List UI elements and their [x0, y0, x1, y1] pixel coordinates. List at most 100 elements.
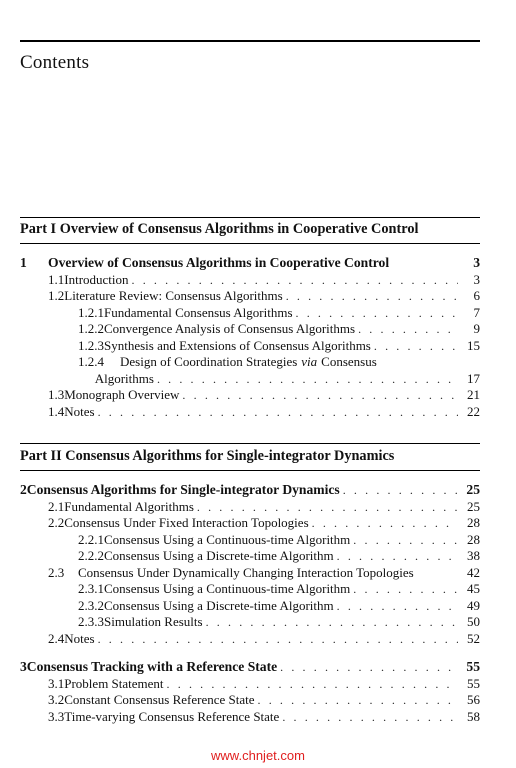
- dot-leader: . . . . . . . . . . . . . . . . . . . . …: [97, 404, 458, 419]
- toc-entry-number: 1.2.3: [78, 337, 104, 353]
- part-1-top-rule: [20, 217, 480, 218]
- dot-leader: . . . . . . . . . . . . . . . . . . . . …: [358, 322, 458, 336]
- toc-entry-section[interactable]: 2.3 Consensus Under Dynamically Changing …: [48, 565, 480, 581]
- toc-entry-title: Overview of Consensus Algorithms in Coop…: [48, 255, 390, 270]
- toc-entry-title: Consensus Algorithms for Single-integrat…: [26, 482, 340, 497]
- dot-leader: . . . . . . . . . . . . . . . . . . . . …: [342, 483, 458, 497]
- top-rule: [20, 40, 480, 42]
- toc-entry-title: Constant Consensus Reference State: [64, 692, 255, 707]
- toc-entry-page: 50: [467, 614, 480, 629]
- toc-entry-page: 6: [473, 288, 481, 303]
- toc-entry-section[interactable]: 1.4 Notes . . . . . . . . . . . . . . . .…: [48, 404, 480, 420]
- dot-leader: . . . . . . . . . . . . . . . . . . . . …: [311, 516, 458, 530]
- toc-entry-title: Consensus Using a Discrete-time Algorith…: [104, 597, 334, 613]
- toc-entry-title: Monograph Overview: [64, 387, 180, 402]
- toc-entry-title: Introduction: [64, 271, 129, 287]
- toc-entry-section[interactable]: 2.1 Fundamental Algorithms . . . . . . . …: [48, 499, 480, 515]
- toc-entry-page: 3: [473, 255, 480, 270]
- dot-leader: . . . . . . . . . . . . . . . . . . . . …: [156, 371, 458, 386]
- toc-entry-title: Synthesis and Extensions of Consensus Al…: [104, 337, 371, 353]
- toc-entry-number: 1.2.4: [78, 354, 104, 369]
- part-2-bottom-rule: [20, 470, 480, 471]
- dot-leader: . . . . . . . . . . . . . . . . . . . . …: [295, 305, 459, 320]
- toc-entry-number: 1.2: [48, 288, 65, 303]
- dot-leader: . . . . . . . . . . . . . . . . . . . . …: [282, 709, 458, 724]
- toc-entry-number: 1.2.1: [78, 304, 104, 320]
- toc-entry-title: Convergence Analysis of Consensus Algori…: [104, 321, 356, 336]
- toc-entry-section[interactable]: 2.4 Notes . . . . . . . . . . . . . . . .…: [48, 631, 480, 647]
- toc-entry-section[interactable]: 3.1 Problem Statement . . . . . . . . . .…: [48, 676, 480, 692]
- toc-entry-section[interactable]: 3.3 Time-varying Consensus Reference Stat…: [48, 709, 480, 725]
- toc-entry-title: Consensus Under Dynamically Changing Int…: [78, 564, 414, 580]
- toc-entry-number: 2.3: [48, 564, 65, 580]
- toc-entry-subsection[interactable]: 2.3.3 Simulation Results . . . . . . . . …: [78, 614, 480, 630]
- toc-entry-title: Literature Review: Consensus Algorithms: [64, 288, 283, 303]
- toc-entry-chapter[interactable]: 3 Consensus Tracking with a Reference Sta…: [20, 659, 480, 675]
- toc-entry-number: 1: [20, 255, 27, 270]
- toc-entry-section[interactable]: 2.2 Consensus Under Fixed Interaction Top…: [48, 515, 480, 531]
- toc-entry-subsection[interactable]: 1.2.1 Fundamental Consensus Algorithms . …: [78, 305, 480, 321]
- toc-entry-title: Fundamental Algorithms: [64, 498, 194, 514]
- toc-entry-section[interactable]: 1.1 Introduction . . . . . . . . . . . . …: [48, 272, 480, 288]
- toc-entry-page: 45: [467, 581, 480, 596]
- toc-entry-page: 22: [467, 403, 480, 419]
- toc-entry-title: Notes: [64, 630, 95, 646]
- toc-entry-page: 42: [467, 564, 480, 580]
- toc-entry-page: 52: [467, 630, 480, 646]
- toc-entry-title: Problem Statement: [64, 675, 164, 691]
- dot-leader: . . . . . . . . . . . . . . . . . . . . …: [131, 272, 458, 287]
- toc-entry-subsection[interactable]: 2.3.1 Consensus Using a Continuous-time A…: [78, 581, 480, 597]
- toc-entry-section[interactable]: 1.2 Literature Review: Consensus Algorith…: [48, 288, 480, 304]
- toc-entry-chapter[interactable]: 2 Consensus Algorithms for Single-integra…: [20, 482, 480, 498]
- toc-entry-title-italic: via: [301, 354, 318, 369]
- toc-entry-page: 58: [467, 708, 480, 724]
- toc-entry-subsection[interactable]: 1.2.2 Convergence Analysis of Consensus A…: [78, 321, 480, 337]
- toc-entry-title: Consensus Under Fixed Interaction Topolo…: [64, 515, 309, 530]
- toc-entry-page: 38: [467, 548, 480, 563]
- toc-entry-number: 2.2.1: [78, 531, 104, 547]
- toc-entry-number: 2.2.2: [78, 548, 104, 563]
- toc-entry-title: Consensus Using a Continuous-time Algori…: [104, 531, 351, 547]
- toc-entry-number: 3: [20, 659, 27, 674]
- dot-leader: . . . . . . . . . . . . . . . . . . . . …: [373, 338, 458, 353]
- part-1-title: Part I Overview of Consensus Algorithms …: [20, 221, 419, 237]
- toc-entry-number: 2.3.1: [78, 581, 104, 596]
- toc-entry-subsection[interactable]: 2.2.2 Consensus Using a Discrete-time Alg…: [78, 548, 480, 564]
- toc-entry-page: 28: [467, 531, 480, 547]
- part-1-bottom-rule: [20, 243, 480, 244]
- toc-entry-page: 9: [473, 321, 481, 336]
- dot-leader: . . . . . . . . . . . . . . . . . . . . …: [205, 615, 458, 629]
- toc-entry-title: Algorithms: [94, 370, 154, 386]
- toc-entry-number: 2.3.2: [78, 597, 104, 613]
- dot-leader: . . . . . . . . . . . . . . . . . . . . …: [97, 631, 458, 646]
- dot-leader: . . . . . . . . . . . . . . . . . . . . …: [182, 388, 458, 402]
- toc-entry-subsection[interactable]: 2.3.2 Consensus Using a Discrete-time Alg…: [78, 598, 480, 614]
- toc-entry-number: 2.4: [48, 630, 65, 646]
- toc-entry-section[interactable]: 3.2 Constant Consensus Reference State . …: [48, 692, 480, 708]
- watermark-link[interactable]: www.chnjet.com: [0, 748, 516, 763]
- toc-entry-subsection[interactable]: 2.2.1 Consensus Using a Continuous-time A…: [78, 532, 480, 548]
- toc-entry-number: 2.2: [48, 515, 65, 530]
- toc-entry-number: 3.2: [48, 692, 65, 707]
- toc-entry-page: 17: [467, 370, 480, 386]
- page-title: Contents: [20, 52, 90, 73]
- toc-entry-page: 56: [467, 692, 480, 707]
- toc-entry-page: 28: [467, 515, 480, 530]
- toc-entry-title: Design of Coordination Strategies: [120, 354, 298, 369]
- toc-entry-subsection-cont[interactable]: Algorithms . . . . . . . . . . . . . . .…: [78, 371, 480, 387]
- toc-entry-title: Consensus Using a Continuous-time Algori…: [104, 581, 351, 596]
- toc-entry-page: 15: [467, 337, 480, 353]
- toc-entry-subsection[interactable]: 1.2.3 Synthesis and Extensions of Consens…: [78, 338, 480, 354]
- dot-leader: . . . . . . . . . . . . . . . . . . . . …: [285, 289, 458, 303]
- dot-leader: . . . . . . . . . . . . . . . . . . . . …: [336, 549, 458, 563]
- dot-leader: . . . . . . . . . . . . . . . . . . . . …: [166, 676, 458, 691]
- toc-entry-subsection[interactable]: 1.2.4 Design of Coordination Strategies vi…: [78, 354, 480, 370]
- dot-leader: . . . . . . . . . . . . . . . . . . . . …: [353, 582, 458, 596]
- toc-entry-number: 2: [20, 482, 27, 497]
- toc-entry-section[interactable]: 1.3 Monograph Overview . . . . . . . . . …: [48, 387, 480, 403]
- dot-leader: . . . . . . . . . . . . . . . . . . . . …: [196, 499, 458, 514]
- dot-leader: . . . . . . . . . . . . . . . . . . . . …: [336, 598, 458, 613]
- toc-entry-title: Simulation Results: [104, 614, 203, 629]
- toc-entry-chapter[interactable]: 1 Overview of Consensus Algorithms in Coo…: [20, 255, 480, 271]
- toc-entry-page: 55: [467, 675, 480, 691]
